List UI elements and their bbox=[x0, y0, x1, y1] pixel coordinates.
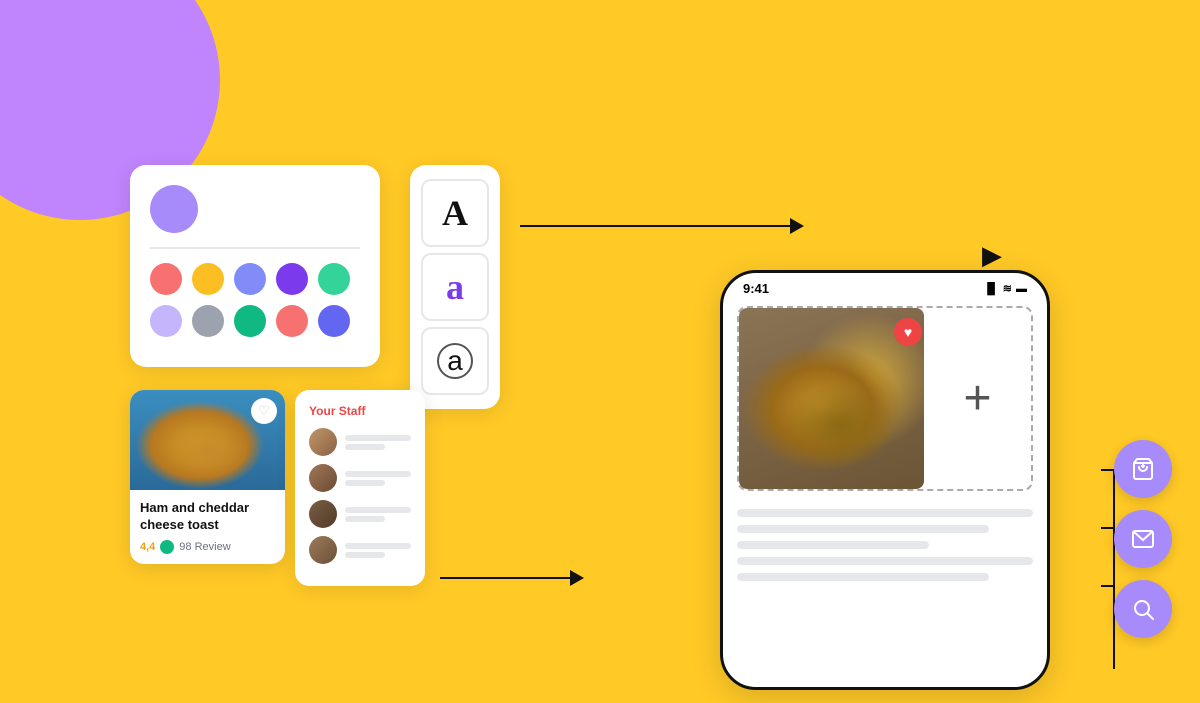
fab-tick-2 bbox=[1101, 527, 1115, 529]
arrow-bottom-head bbox=[570, 570, 584, 586]
staff-lines-3 bbox=[345, 507, 411, 522]
arrow-bottom bbox=[440, 570, 584, 586]
arrow-line bbox=[520, 225, 790, 227]
signal-icon: ▐▌ bbox=[983, 283, 999, 295]
palette-divider bbox=[150, 247, 360, 249]
mail-fab[interactable] bbox=[1114, 510, 1172, 568]
color-dot-violet bbox=[318, 305, 350, 337]
rating-score: 4,4 bbox=[140, 541, 155, 553]
phone-line-3 bbox=[737, 541, 929, 549]
staff-line-g bbox=[345, 543, 411, 549]
color-dot-yellow bbox=[192, 263, 224, 295]
staff-avatar-1 bbox=[309, 428, 337, 456]
staff-row-1 bbox=[309, 428, 411, 456]
color-dot-lavender bbox=[150, 305, 182, 337]
phone-statusbar: 9:41 ▐▌ ≋ ▬ bbox=[723, 273, 1047, 300]
food-card-image: ♡ bbox=[130, 390, 285, 490]
palette-row-2 bbox=[150, 305, 360, 337]
staff-row-4 bbox=[309, 536, 411, 564]
staff-avatar-2 bbox=[309, 464, 337, 492]
typo-a-rounded-label: a bbox=[437, 343, 473, 379]
typo-serif-lowercase: a bbox=[421, 253, 489, 321]
color-dot-purple bbox=[276, 263, 308, 295]
phone-line-4 bbox=[737, 557, 1033, 565]
staff-avatar-4 bbox=[309, 536, 337, 564]
fab-tick-1 bbox=[1101, 469, 1115, 471]
staff-line-c bbox=[345, 471, 411, 477]
food-title: Ham and cheddar cheese toast bbox=[140, 500, 275, 534]
phone-text-lines bbox=[723, 497, 1047, 581]
staff-line-f bbox=[345, 516, 385, 522]
color-dot-gray bbox=[192, 305, 224, 337]
phone-status-icons: ▐▌ ≋ ▬ bbox=[983, 282, 1027, 295]
staff-lines-4 bbox=[345, 543, 411, 558]
phone-line-1 bbox=[737, 509, 1033, 517]
staff-line-d bbox=[345, 480, 385, 486]
phone-mockup: 9:41 ▐▌ ≋ ▬ ♥ + bbox=[720, 270, 1050, 690]
rating-reviews: 98 Review bbox=[179, 541, 230, 553]
typo-A-label: A bbox=[442, 192, 468, 234]
staff-line-e bbox=[345, 507, 411, 513]
food-card: ♡ Ham and cheddar cheese toast 4,4 98 Re… bbox=[130, 390, 285, 564]
palette-hero-dot bbox=[150, 185, 198, 233]
palette-card bbox=[130, 165, 380, 367]
palette-row-1 bbox=[150, 263, 360, 295]
color-dot-green bbox=[318, 263, 350, 295]
phone-heart-icon: ♥ bbox=[894, 318, 922, 346]
staff-line-b bbox=[345, 444, 385, 450]
phone-plus-area: + bbox=[924, 308, 1031, 489]
staff-avatar-3 bbox=[309, 500, 337, 528]
staff-card: Your Staff bbox=[295, 390, 425, 586]
phone-line-2 bbox=[737, 525, 989, 533]
color-dot-emerald bbox=[234, 305, 266, 337]
phone-time: 9:41 bbox=[743, 281, 769, 296]
arrow-top bbox=[520, 218, 804, 234]
staff-lines-1 bbox=[345, 435, 411, 450]
cursor-icon: ▶ bbox=[982, 240, 1002, 271]
typo-a-purple-label: a bbox=[446, 266, 464, 308]
fab-tick-3 bbox=[1101, 585, 1115, 587]
staff-row-2 bbox=[309, 464, 411, 492]
food-heart-icon: ♡ bbox=[251, 398, 277, 424]
typography-card: A a a bbox=[410, 165, 500, 409]
color-dot-red bbox=[150, 263, 182, 295]
arrow-head bbox=[790, 218, 804, 234]
phone-content-area: ♥ + bbox=[737, 306, 1033, 491]
search-fab[interactable] bbox=[1114, 580, 1172, 638]
cart-fab[interactable] bbox=[1114, 440, 1172, 498]
food-rating: 4,4 98 Review bbox=[140, 540, 275, 554]
plus-icon: + bbox=[963, 371, 991, 426]
staff-lines-2 bbox=[345, 471, 411, 486]
staff-line-h bbox=[345, 552, 385, 558]
typo-rounded-lowercase: a bbox=[421, 327, 489, 395]
arrow-bottom-line bbox=[440, 577, 570, 579]
fab-group bbox=[1114, 440, 1172, 638]
battery-icon: ▬ bbox=[1016, 283, 1027, 295]
color-dot-coral bbox=[276, 305, 308, 337]
staff-line-a bbox=[345, 435, 411, 441]
staff-card-title: Your Staff bbox=[309, 404, 411, 418]
color-dot-indigo bbox=[234, 263, 266, 295]
staff-row-3 bbox=[309, 500, 411, 528]
typo-serif-uppercase: A bbox=[421, 179, 489, 247]
rating-dot bbox=[160, 540, 174, 554]
food-card-body: Ham and cheddar cheese toast 4,4 98 Revi… bbox=[130, 490, 285, 564]
wifi-icon: ≋ bbox=[1003, 282, 1012, 295]
phone-line-5 bbox=[737, 573, 989, 581]
